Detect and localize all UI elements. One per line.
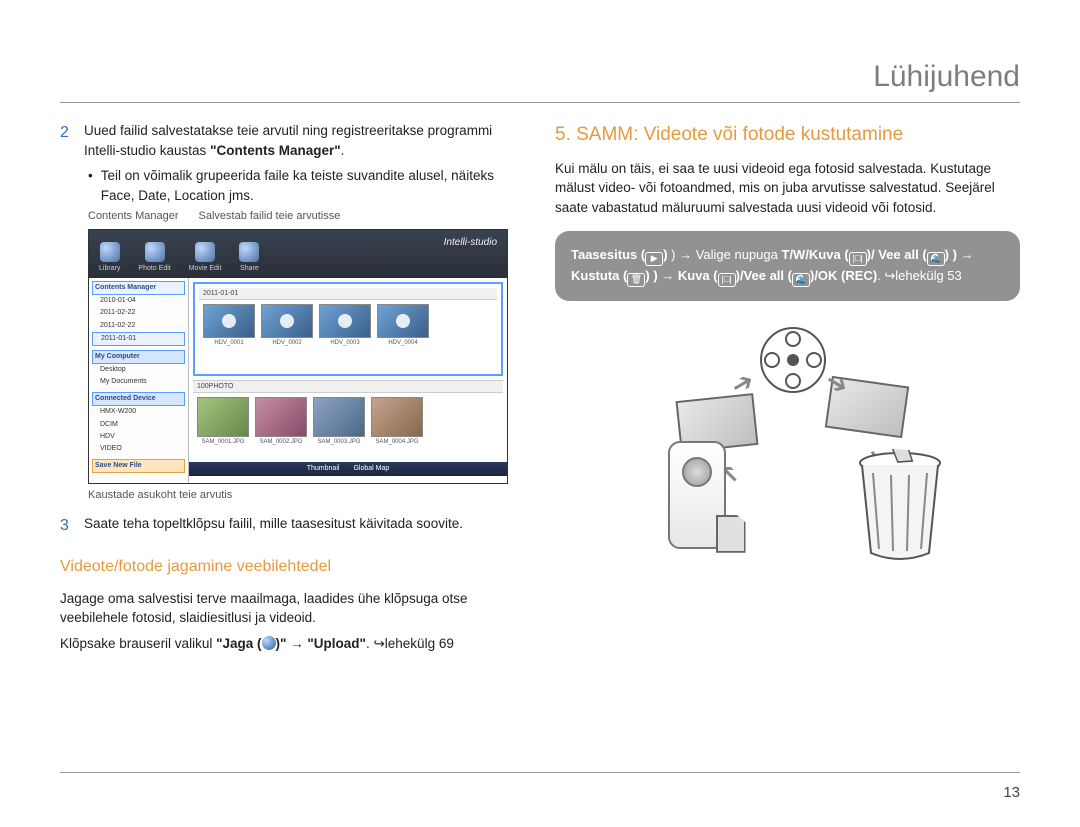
delete-icon: 🗑 [627, 273, 645, 287]
manual-page: Lühijuhend 2 Uued failid salvestatakse t… [0, 0, 1080, 827]
sd-card-icon [716, 515, 746, 553]
page-number: 13 [1003, 784, 1020, 801]
play-button-icon: ▶ [645, 252, 663, 266]
sidebar-item: HDV [92, 431, 185, 443]
instructions-box: Taasesitus (▶) ) → Valige nupuga T/W/Kuv… [555, 231, 1020, 301]
photo-edit-icon [145, 242, 165, 262]
video-thumb: HDV_0001 [203, 304, 255, 348]
page-title: Lühijuhend [60, 60, 1020, 103]
step-number: 2 [60, 121, 74, 160]
sidebar-item: 2010-01-04 [92, 295, 185, 307]
sidebar-head-my-computer: My Computer [92, 350, 185, 364]
screenshot-caption-bottom: Kaustade asukoht teie arvutis [88, 488, 525, 504]
share-icon [239, 242, 259, 262]
photo-thumb: SAM_0003.JPG [313, 397, 365, 447]
app-sidebar: Contents Manager 2010-01-04 2011-02-22 2… [89, 278, 189, 483]
underwater-icon: 🌊 [792, 273, 810, 287]
photo-thumb: SAM_0002.JPG [255, 397, 307, 447]
photo-thumb: SAM_0001.JPG [197, 397, 249, 447]
left-column: 2 Uued failid salvestatakse teie arvutil… [60, 121, 525, 653]
step-5-paragraph: Kui mälu on täis, ei saa te uusi videoid… [555, 159, 1020, 218]
sidebar-item-selected: 2011-01-01 [92, 332, 185, 346]
step-5-heading: 5. SAMM: Videote või fotode kustutamine [555, 121, 1020, 149]
photo-icon [197, 397, 249, 437]
bullet-text: Teil on võimalik grupeerida faile ka tei… [101, 166, 525, 205]
sharing-paragraph-1: Jagage oma salvestisi terve maailmaga, l… [60, 589, 525, 628]
sharing-subhead: Videote/fotode jagamine veebilehtedel [60, 555, 525, 578]
photo-icon [313, 397, 365, 437]
library-icon [100, 242, 120, 262]
intelli-studio-screenshot: Library Photo Edit Movie Edit Share Inte… [88, 229, 508, 484]
video-panel: 2011-01-01 HDV_0001 HDV_0002 HDV_0003 HD… [193, 282, 503, 376]
footer-global-map: Global Map [353, 464, 389, 474]
display-icon: |□| [849, 252, 867, 266]
footer-rule [60, 772, 1020, 773]
delete-illustration: ➔ ➔ ➔ ➔ [598, 321, 978, 561]
caption-contents-manager: Contents Manager [88, 209, 179, 225]
display-icon: |□| [718, 273, 736, 287]
movie-edit-icon [195, 242, 215, 262]
photo-thumbnails: SAM_0001.JPG SAM_0002.JPG SAM_0003.JPG S… [193, 393, 503, 451]
date-bar: 2011-01-01 [199, 288, 497, 300]
step2-bold: "Contents Manager" [210, 143, 341, 158]
sharing-paragraph-2: Klõpsake brauseril valikul "Jaga ()" → "… [60, 634, 525, 654]
toolbar-share: Share [239, 242, 259, 274]
screenshot-caption-top: Contents Manager Salvestab failid teie a… [88, 209, 525, 225]
play-icon [261, 304, 313, 338]
bullet-item: Teil on võimalik grupeerida faile ka tei… [88, 166, 525, 205]
step-number: 3 [60, 514, 74, 537]
photo-panel: 100PHOTO SAM_0001.JPG SAM_0002.JPG SAM_0… [193, 380, 503, 458]
app-footer-bar: Thumbnail Global Map [189, 462, 507, 476]
toolbar-library: Library [99, 242, 120, 274]
toolbar-photo-edit: Photo Edit [138, 242, 170, 274]
video-thumbnails: HDV_0001 HDV_0002 HDV_0003 HDV_0004 [199, 300, 497, 352]
sidebar-item: My Documents [92, 376, 185, 388]
photo-icon [255, 397, 307, 437]
two-column-layout: 2 Uued failid salvestatakse teie arvutil… [60, 121, 1020, 653]
video-thumb: HDV_0002 [261, 304, 313, 348]
toolbar-movie-edit: Movie Edit [189, 242, 222, 274]
film-reel-icon [758, 325, 828, 395]
sidebar-item: VIDEO [92, 443, 185, 455]
play-icon [203, 304, 255, 338]
caption-saves-files: Salvestab failid teie arvutisse [199, 209, 341, 225]
photo-icon [371, 397, 423, 437]
sidebar-item: Desktop [92, 364, 185, 376]
sidebar-item: 2011-02-22 [92, 307, 185, 319]
app-logo: Intelli-studio [444, 236, 497, 251]
play-icon [377, 304, 429, 338]
right-column: 5. SAMM: Videote või fotode kustutamine … [555, 121, 1020, 653]
globe-icon [262, 636, 276, 650]
sidebar-head-contents-manager: Contents Manager [92, 281, 185, 295]
step-text: Uued failid salvestatakse teie arvutil n… [84, 121, 525, 160]
sidebar-item: 2011-02-22 [92, 320, 185, 332]
app-content: 2011-01-01 HDV_0001 HDV_0002 HDV_0003 HD… [189, 278, 507, 483]
sidebar-head-connected-device: Connected Device [92, 392, 185, 406]
step-3: 3 Saate teha topeltklõpsu failil, mille … [60, 514, 525, 537]
sidebar-save-new-file: Save New File [92, 459, 185, 473]
sidebar-item: DCIM [92, 419, 185, 431]
video-thumb: HDV_0003 [319, 304, 371, 348]
play-icon [319, 304, 371, 338]
sidebar-item: HMX-W200 [92, 406, 185, 418]
step-2: 2 Uued failid salvestatakse teie arvutil… [60, 121, 525, 160]
step-text: Saate teha topeltklõpsu failil, mille ta… [84, 514, 463, 537]
step2-end: . [341, 143, 345, 158]
photo-thumb: SAM_0004.JPG [371, 397, 423, 447]
app-toolbar: Library Photo Edit Movie Edit Share Inte… [89, 230, 507, 278]
video-thumb: HDV_0004 [377, 304, 429, 348]
footer-thumbnail: Thumbnail [307, 464, 340, 474]
photo-folder-bar: 100PHOTO [193, 381, 503, 393]
app-body: Contents Manager 2010-01-04 2011-02-22 2… [89, 278, 507, 483]
underwater-icon: 🌊 [927, 252, 945, 266]
trash-can-icon [853, 449, 948, 561]
